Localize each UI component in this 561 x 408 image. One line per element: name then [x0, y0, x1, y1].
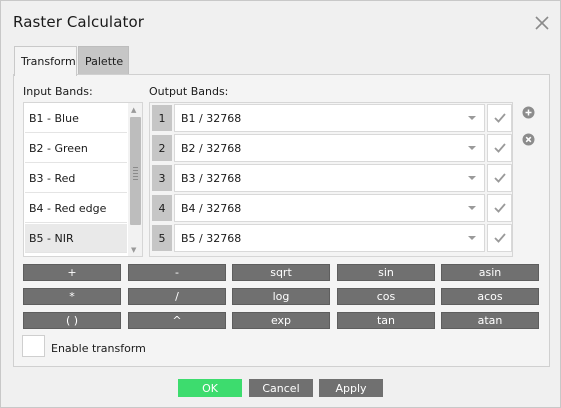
input-bands-label: Input Bands: — [23, 85, 93, 98]
op-parens-button[interactable]: ( ) — [23, 312, 121, 329]
row-number: 4 — [152, 195, 172, 221]
output-bands-list: 1 B1 / 32768 2 B2 / 32768 3 B3 / 32768 4… — [149, 102, 513, 257]
check-icon — [493, 173, 506, 183]
op-cos-button[interactable]: cos — [337, 288, 435, 305]
apply-row-button[interactable] — [487, 194, 512, 222]
enable-transform-label: Enable transform — [51, 342, 146, 355]
expression-combo[interactable]: B5 / 32768 — [174, 224, 485, 252]
chevron-down-icon[interactable] — [468, 176, 476, 180]
chevron-down-icon[interactable] — [468, 236, 476, 240]
remove-band-button[interactable] — [522, 133, 535, 146]
scrollbar-thumb[interactable] — [130, 117, 141, 225]
apply-row-button[interactable] — [487, 104, 512, 132]
check-icon — [493, 143, 506, 153]
apply-row-button[interactable] — [487, 224, 512, 252]
expression-value: B3 / 32768 — [181, 171, 242, 185]
dialog-title: Raster Calculator — [13, 13, 145, 31]
output-bands-label: Output Bands: — [149, 85, 229, 98]
close-icon[interactable] — [533, 14, 551, 32]
apply-button[interactable]: Apply — [319, 379, 383, 397]
expression-combo[interactable]: B1 / 32768 — [174, 104, 485, 132]
row-number: 2 — [152, 135, 172, 161]
tab-transform-label: Transform — [21, 55, 76, 68]
list-item-selected[interactable]: B5 - NIR — [25, 224, 127, 253]
tab-transform[interactable]: Transform — [14, 46, 77, 76]
list-item[interactable]: B1 - Blue — [25, 104, 127, 133]
table-row: 3 B3 / 32768 — [150, 163, 512, 193]
list-item[interactable]: B4 - Red edge — [25, 194, 127, 223]
op-plus-button[interactable]: + — [23, 264, 121, 281]
plus-circle-icon — [522, 106, 535, 119]
row-number: 3 — [152, 165, 172, 191]
enable-transform-checkbox[interactable] — [22, 335, 45, 357]
input-bands-list[interactable]: B1 - Blue B2 - Green B3 - Red B4 - Red e… — [23, 102, 143, 257]
raster-calculator-dialog: Raster Calculator Transform Palette Inpu… — [0, 0, 561, 408]
x-circle-icon — [522, 133, 535, 146]
row-number: 5 — [152, 225, 172, 251]
expression-combo[interactable]: B3 / 32768 — [174, 164, 485, 192]
check-icon — [493, 113, 506, 123]
apply-row-button[interactable] — [487, 134, 512, 162]
list-item[interactable]: B3 - Red — [25, 164, 127, 193]
op-asin-button[interactable]: asin — [441, 264, 539, 281]
op-multiply-button[interactable]: * — [23, 288, 121, 305]
tab-palette[interactable]: Palette — [78, 46, 129, 75]
op-acos-button[interactable]: acos — [441, 288, 539, 305]
chevron-down-icon[interactable] — [468, 116, 476, 120]
op-sin-button[interactable]: sin — [337, 264, 435, 281]
tab-palette-label: Palette — [85, 54, 124, 68]
op-exp-button[interactable]: exp — [232, 312, 330, 329]
op-sqrt-button[interactable]: sqrt — [232, 264, 330, 281]
chevron-down-icon[interactable] — [468, 146, 476, 150]
expression-value: B4 / 32768 — [181, 201, 242, 215]
scroll-down-icon[interactable]: ▼ — [131, 246, 136, 254]
expression-combo[interactable]: B4 / 32768 — [174, 194, 485, 222]
table-row: 1 B1 / 32768 — [150, 103, 512, 133]
op-divide-button[interactable]: / — [128, 288, 226, 305]
cancel-button[interactable]: Cancel — [249, 379, 313, 397]
expression-combo[interactable]: B2 / 32768 — [174, 134, 485, 162]
table-row: 4 B4 / 32768 — [150, 193, 512, 223]
op-minus-button[interactable]: - — [128, 264, 226, 281]
table-row: 2 B2 / 32768 — [150, 133, 512, 163]
row-number: 1 — [152, 105, 172, 131]
op-power-button[interactable]: ^ — [128, 312, 226, 329]
expression-value: B2 / 32768 — [181, 141, 242, 155]
list-item[interactable]: B2 - Green — [25, 134, 127, 163]
apply-row-button[interactable] — [487, 164, 512, 192]
add-band-button[interactable] — [522, 106, 535, 119]
vertical-scrollbar[interactable]: ▲ ▼ — [128, 103, 142, 256]
op-log-button[interactable]: log — [232, 288, 330, 305]
scroll-up-icon[interactable]: ▲ — [131, 106, 136, 114]
check-icon — [493, 203, 506, 213]
expression-value: B5 / 32768 — [181, 231, 242, 245]
expression-value: B1 / 32768 — [181, 111, 242, 125]
check-icon — [493, 233, 506, 243]
op-tan-button[interactable]: tan — [337, 312, 435, 329]
op-atan-button[interactable]: atan — [441, 312, 539, 329]
chevron-down-icon[interactable] — [468, 206, 476, 210]
ok-button[interactable]: OK — [178, 379, 242, 397]
table-row: 5 B5 / 32768 — [150, 223, 512, 253]
